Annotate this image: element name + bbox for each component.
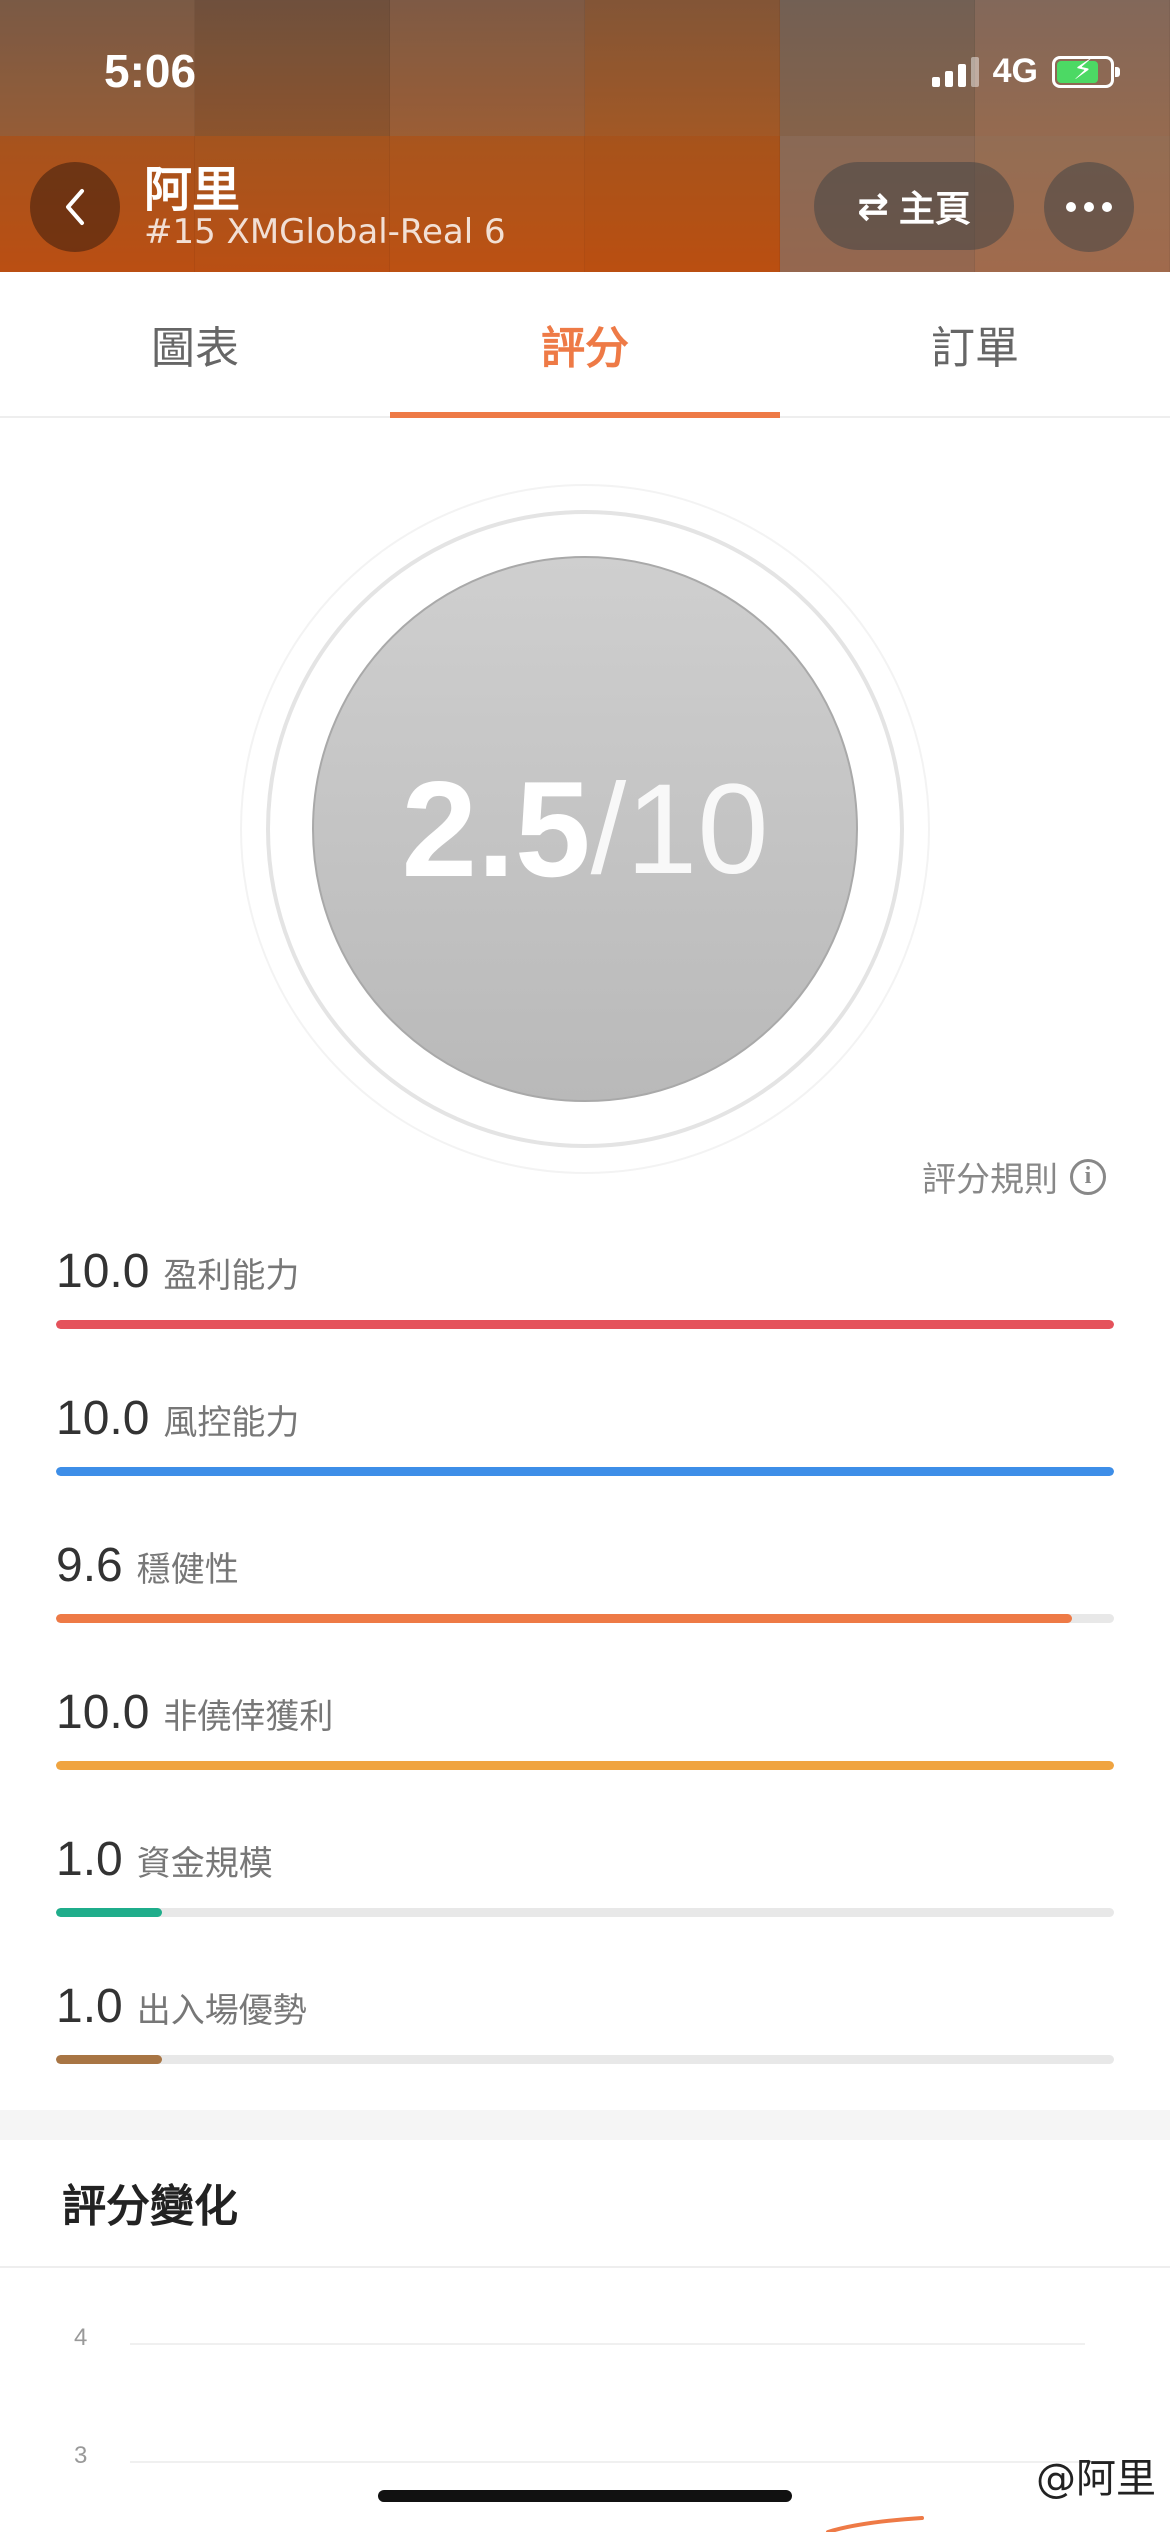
metric-row-capital-scale: 1.0 資金規模	[56, 1832, 1114, 1979]
metric-row-stability: 9.6 穩健性	[56, 1538, 1114, 1685]
watermark: @阿里	[1036, 2456, 1156, 2502]
score-max: /10	[590, 757, 769, 901]
metric-row-risk-control: 10.0 風控能力	[56, 1391, 1114, 1538]
metric-progress-bar	[56, 1614, 1114, 1623]
score-value: 2.5	[401, 753, 591, 905]
swap-icon: ⇄	[857, 184, 889, 228]
y-tick-label: 3	[74, 2442, 87, 2469]
more-button[interactable]	[1044, 162, 1134, 252]
score-rules-link[interactable]: 評分規則 i	[922, 1152, 1106, 1201]
section-separator	[0, 2266, 1170, 2268]
series-line	[826, 2516, 924, 2532]
metric-value: 10.0	[56, 1245, 150, 1298]
home-button[interactable]: ⇄ 主頁	[814, 162, 1014, 250]
tab-chart[interactable]: 圖表	[0, 272, 390, 416]
metric-label: 穩健性	[136, 1550, 239, 1590]
charging-bolt-icon: ⚡	[1073, 52, 1093, 86]
score-history-title: 評分變化	[62, 2181, 238, 2232]
tab-bar: 圖表 評分 訂單	[0, 272, 1170, 418]
metric-progress-bar	[56, 1761, 1114, 1770]
metric-progress-bar	[56, 1467, 1114, 1476]
score-metrics: 10.0 盈利能力 10.0 風控能力 9.6 穩健性 10.0 非僥倖獲利 1…	[56, 1244, 1114, 2126]
metric-progress-bar	[56, 1320, 1114, 1329]
status-indicators: 4G ⚡	[931, 52, 1120, 91]
status-time: 5:06	[104, 45, 197, 97]
account-subtitle: #15 XMGlobal-Real 6	[144, 212, 506, 252]
metric-value: 10.0	[56, 1686, 150, 1739]
metric-value: 1.0	[56, 1980, 123, 2033]
metric-label: 風控能力	[163, 1403, 300, 1443]
tab-orders[interactable]: 訂單	[780, 272, 1170, 416]
page-title: 阿里	[144, 162, 241, 218]
metric-label: 非僥倖獲利	[163, 1697, 334, 1737]
metric-label: 盈利能力	[163, 1256, 300, 1296]
info-icon: i	[1070, 1158, 1106, 1195]
metric-value: 1.0	[56, 1833, 123, 1886]
score-display: 2.5 /10	[312, 556, 858, 1102]
section-divider	[0, 2110, 1170, 2140]
metric-row-profitability: 10.0 盈利能力	[56, 1244, 1114, 1391]
network-type: 4G	[992, 52, 1038, 90]
score-rules-label: 評分規則	[922, 1160, 1058, 1200]
metric-label: 資金規模	[136, 1844, 273, 1884]
back-button[interactable]	[30, 162, 120, 252]
chevron-left-icon	[66, 189, 84, 225]
home-indicator	[378, 2490, 792, 2502]
metric-progress-bar	[56, 2055, 1114, 2064]
y-tick-label: 4	[74, 2324, 87, 2351]
metric-label: 出入場優勢	[136, 1991, 307, 2031]
more-icon	[1066, 202, 1076, 212]
metric-value: 9.6	[56, 1539, 123, 1592]
battery-icon: ⚡	[1052, 52, 1120, 88]
metric-progress-bar	[56, 1908, 1114, 1917]
metric-row-non-luck-profit: 10.0 非僥倖獲利	[56, 1685, 1114, 1832]
home-button-label: 主頁	[898, 189, 971, 230]
header: 5:06 4G ⚡ 阿里 #15 XMGlobal-Real 6 ⇄ 主頁	[0, 0, 1170, 272]
metric-value: 10.0	[56, 1392, 150, 1445]
signal-icon	[931, 56, 979, 87]
tab-score[interactable]: 評分	[390, 272, 780, 418]
metric-row-entry-exit: 1.0 出入場優勢	[56, 1979, 1114, 2126]
